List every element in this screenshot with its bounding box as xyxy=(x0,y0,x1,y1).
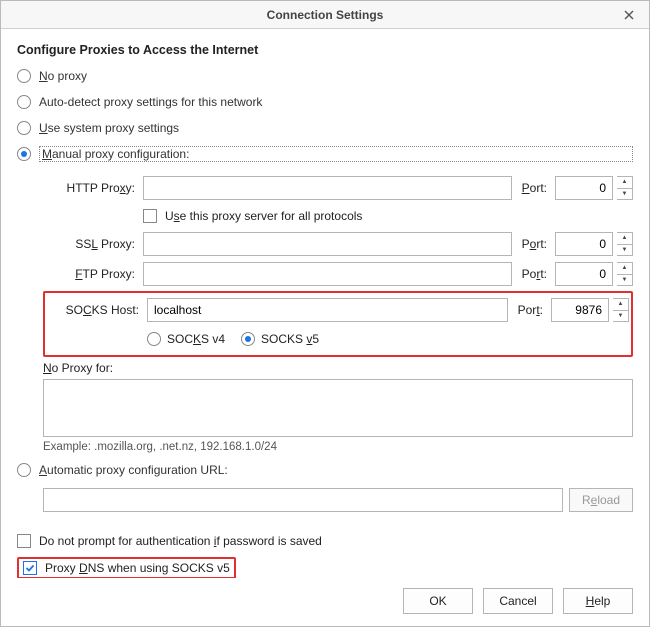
ssl-proxy-row: SSL Proxy: Port: ▲▼ xyxy=(43,229,633,259)
radio-icon xyxy=(17,463,31,477)
checkbox-icon xyxy=(17,534,31,548)
socks-version-row: SOCKS v4 SOCKS v5 xyxy=(147,325,629,353)
radio-icon xyxy=(17,147,31,161)
http-port-input[interactable] xyxy=(555,176,613,200)
spinner-up-icon: ▲ xyxy=(617,233,632,245)
socks-host-row: SOCKS Host: Port: ▲▼ xyxy=(47,295,629,325)
http-proxy-label: HTTP Proxy: xyxy=(43,181,139,195)
radio-icon xyxy=(17,121,31,135)
port-label: Port: xyxy=(516,237,551,251)
manual-fields: HTTP Proxy: Port: ▲▼ Use this proxy serv… xyxy=(43,173,633,453)
lower-options: Do not prompt for authentication if pass… xyxy=(17,529,633,578)
no-proxy-section: No Proxy for: Example: .mozilla.org, .ne… xyxy=(43,361,633,453)
port-label: Port: xyxy=(512,303,547,317)
ssl-port-spinner[interactable]: ▲▼ xyxy=(617,232,633,256)
radio-no-proxy[interactable]: No proxy xyxy=(17,63,633,89)
proxy-dns-label[interactable]: Proxy DNS when using SOCKS v5 xyxy=(45,561,230,575)
reload-button[interactable]: Reload xyxy=(569,488,633,512)
radio-icon xyxy=(17,69,31,83)
ssl-proxy-label: SSL Proxy: xyxy=(43,237,139,251)
connection-settings-dialog: Connection Settings Configure Proxies to… xyxy=(0,0,650,627)
titlebar: Connection Settings xyxy=(1,1,649,29)
socks-port-spinner[interactable]: ▲▼ xyxy=(613,298,629,322)
auto-url-input[interactable] xyxy=(43,488,563,512)
radio-socks-v4[interactable]: SOCKS v4 xyxy=(147,332,225,346)
no-proxy-textarea[interactable] xyxy=(43,379,633,437)
ftp-port-spinner[interactable]: ▲▼ xyxy=(617,262,633,286)
no-proxy-example: Example: .mozilla.org, .net.nz, 192.168.… xyxy=(43,441,633,453)
http-proxy-input[interactable] xyxy=(143,176,512,200)
ftp-proxy-row: FTP Proxy: Port: ▲▼ xyxy=(43,259,633,289)
radio-auto-url[interactable]: Automatic proxy configuration URL: xyxy=(17,457,633,483)
radio-icon xyxy=(17,95,31,109)
dialog-content: Configure Proxies to Access the Internet… xyxy=(1,29,649,578)
port-label: Port: xyxy=(516,267,551,281)
ok-button[interactable]: OK xyxy=(403,588,473,614)
port-label: Port: xyxy=(516,181,551,195)
socks-host-label: SOCKS Host: xyxy=(47,303,143,317)
radio-auto-detect[interactable]: Auto-detect proxy settings for this netw… xyxy=(17,89,633,115)
socks-host-input[interactable] xyxy=(147,298,508,322)
spinner-up-icon: ▲ xyxy=(617,177,632,189)
socks-port-input[interactable] xyxy=(551,298,609,322)
section-heading: Configure Proxies to Access the Internet xyxy=(17,43,633,57)
socks-highlight: SOCKS Host: Port: ▲▼ SOCKS v4 SOCKS v5 xyxy=(43,291,633,357)
dialog-title: Connection Settings xyxy=(267,8,384,22)
cancel-button[interactable]: Cancel xyxy=(483,588,553,614)
use-all-protocols[interactable]: Use this proxy server for all protocols xyxy=(143,203,633,229)
ssl-port-input[interactable] xyxy=(555,232,613,256)
radio-icon xyxy=(241,332,255,346)
radio-socks-v5[interactable]: SOCKS v5 xyxy=(241,332,319,346)
spinner-up-icon: ▲ xyxy=(617,263,632,275)
checkbox-icon xyxy=(143,209,157,223)
help-button[interactable]: Help xyxy=(563,588,633,614)
spinner-up-icon: ▲ xyxy=(613,299,628,311)
spinner-down-icon: ▼ xyxy=(613,311,628,322)
checkbox-icon[interactable] xyxy=(23,561,37,575)
auto-url-row: Reload xyxy=(43,485,633,515)
checkbox-no-prompt[interactable]: Do not prompt for authentication if pass… xyxy=(17,529,633,553)
radio-use-system[interactable]: Use system proxy settings xyxy=(17,115,633,141)
ftp-proxy-input[interactable] xyxy=(143,262,512,286)
no-proxy-label: No Proxy for: xyxy=(43,361,633,375)
ftp-proxy-label: FTP Proxy: xyxy=(43,267,139,281)
radio-manual[interactable]: Manual proxy configuration: xyxy=(17,141,633,167)
proxy-dns-highlight: Proxy DNS when using SOCKS v5 xyxy=(17,557,236,578)
spinner-down-icon: ▼ xyxy=(617,189,632,200)
ssl-proxy-input[interactable] xyxy=(143,232,512,256)
radio-icon xyxy=(147,332,161,346)
http-port-spinner[interactable]: ▲▼ xyxy=(617,176,633,200)
dialog-buttons: OK Cancel Help xyxy=(1,578,649,626)
http-proxy-row: HTTP Proxy: Port: ▲▼ xyxy=(43,173,633,203)
ftp-port-input[interactable] xyxy=(555,262,613,286)
spinner-down-icon: ▼ xyxy=(617,275,632,286)
spinner-down-icon: ▼ xyxy=(617,245,632,256)
close-icon[interactable] xyxy=(615,1,643,29)
